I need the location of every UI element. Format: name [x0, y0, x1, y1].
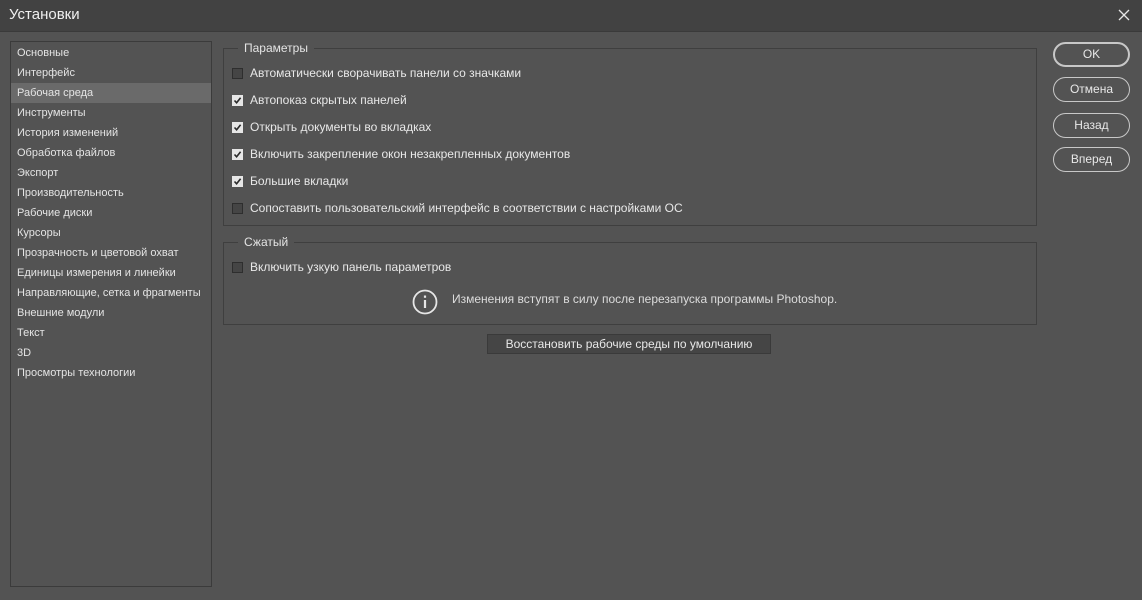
preferences-sidebar: Основные Интерфейс Рабочая среда Инструм… [10, 41, 212, 587]
forward-button[interactable]: Вперед [1053, 147, 1130, 172]
floating-docking-label: Включить закрепление окон незакрепленных… [250, 147, 571, 161]
sidebar-item-export[interactable]: Экспорт [11, 163, 211, 183]
sidebar-item-guides[interactable]: Направляющие, сетка и фрагменты [11, 283, 211, 303]
compact-group-legend: Сжатый [238, 235, 295, 250]
sidebar-item-cursors[interactable]: Курсоры [11, 223, 211, 243]
floating-docking-checkbox[interactable] [232, 148, 243, 160]
auto-show-panels-checkbox[interactable] [232, 94, 243, 106]
cancel-button[interactable]: Отмена [1053, 77, 1130, 102]
sidebar-item-tools[interactable]: Инструменты [11, 103, 211, 123]
sidebar-item-performance[interactable]: Производительность [11, 183, 211, 203]
large-tabs-checkbox-row[interactable]: Большие вкладки [232, 172, 348, 190]
large-tabs-checkbox[interactable] [232, 175, 243, 187]
match-os-ui-label: Сопоставить пользовательский интерфейс в… [250, 201, 683, 215]
sidebar-item-interface[interactable]: Интерфейс [11, 63, 211, 83]
restart-notice-text: Изменения вступят в силу после перезапус… [452, 291, 838, 306]
narrow-options-bar-label: Включить узкую панель параметров [250, 260, 452, 274]
auto-collapse-checkbox[interactable] [232, 67, 243, 79]
auto-show-panels-label: Автопоказ скрытых панелей [250, 93, 407, 107]
window-title: Установки [9, 6, 80, 23]
info-icon [412, 289, 438, 318]
compact-group: Сжатый Включить узкую панель параметров … [223, 235, 1037, 325]
sidebar-item-transparency[interactable]: Прозрачность и цветовой охват [11, 243, 211, 263]
sidebar-item-workspace[interactable]: Рабочая среда [11, 83, 211, 103]
match-os-ui-checkbox-row[interactable]: Сопоставить пользовательский интерфейс в… [232, 199, 683, 217]
sidebar-item-tech-previews[interactable]: Просмотры технологии [11, 363, 211, 383]
ok-button[interactable]: OK [1053, 42, 1130, 67]
narrow-options-bar-checkbox[interactable] [232, 261, 243, 273]
sidebar-item-general[interactable]: Основные [11, 43, 211, 63]
floating-docking-checkbox-row[interactable]: Включить закрепление окон незакрепленных… [232, 145, 570, 163]
close-icon[interactable] [1114, 5, 1134, 25]
restart-notice: Изменения вступят в силу после перезапус… [412, 289, 837, 318]
open-as-tabs-checkbox[interactable] [232, 121, 243, 133]
sidebar-item-scratch-disks[interactable]: Рабочие диски [11, 203, 211, 223]
options-group: Параметры Автоматически сворачивать пане… [223, 41, 1037, 226]
large-tabs-label: Большие вкладки [250, 174, 349, 188]
sidebar-item-plugins[interactable]: Внешние модули [11, 303, 211, 323]
title-bar: Установки [0, 0, 1142, 32]
sidebar-item-history[interactable]: История изменений [11, 123, 211, 143]
back-button[interactable]: Назад [1053, 113, 1130, 138]
match-os-ui-checkbox[interactable] [232, 202, 243, 214]
narrow-options-bar-checkbox-row[interactable]: Включить узкую панель параметров [232, 258, 451, 276]
auto-collapse-checkbox-row[interactable]: Автоматически сворачивать панели со знач… [232, 64, 521, 82]
sidebar-item-units[interactable]: Единицы измерения и линейки [11, 263, 211, 283]
auto-collapse-label: Автоматически сворачивать панели со знач… [250, 66, 522, 80]
sidebar-item-type[interactable]: Текст [11, 323, 211, 343]
sidebar-item-3d[interactable]: 3D [11, 343, 211, 363]
restore-workspaces-button[interactable]: Восстановить рабочие среды по умолчанию [487, 334, 771, 354]
open-as-tabs-checkbox-row[interactable]: Открыть документы во вкладках [232, 118, 431, 136]
auto-show-panels-checkbox-row[interactable]: Автопоказ скрытых панелей [232, 91, 407, 109]
sidebar-item-file-handling[interactable]: Обработка файлов [11, 143, 211, 163]
open-as-tabs-label: Открыть документы во вкладках [250, 120, 432, 134]
options-group-legend: Параметры [238, 41, 314, 56]
